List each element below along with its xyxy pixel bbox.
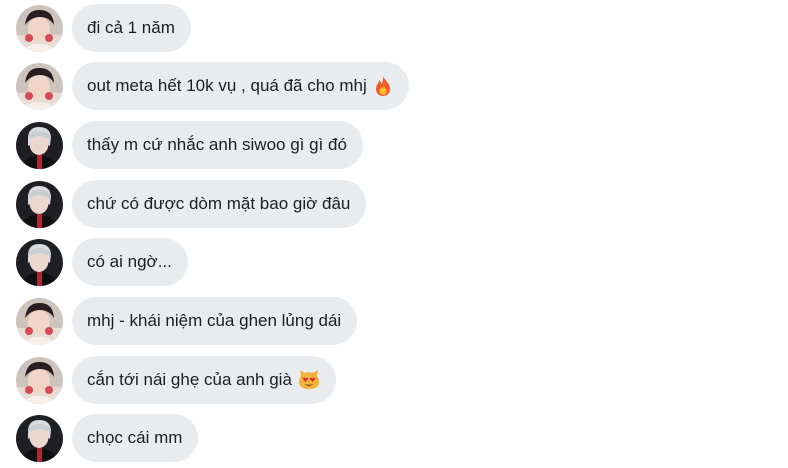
avatar[interactable] <box>16 414 63 462</box>
message-row: chứ có được dòm mặt bao giờ đâu <box>16 180 367 228</box>
message-row: out meta hết 10k vụ , quá đã cho mhj <box>16 62 409 110</box>
message-row: đi cả 1 năm <box>16 4 191 52</box>
message-row: thấy m cứ nhắc anh siwoo gì gì đó <box>16 121 363 169</box>
message-text: thấy m cứ nhắc anh siwoo gì gì đó <box>87 135 347 154</box>
message-bubble[interactable]: thấy m cứ nhắc anh siwoo gì gì đó <box>72 121 363 169</box>
message-bubble[interactable]: mhj - khái niệm của ghen lủng dái <box>72 297 358 345</box>
message-row: mhj - khái niệm của ghen lủng dái <box>16 297 358 345</box>
avatar[interactable] <box>16 121 63 169</box>
avatar[interactable] <box>16 4 63 52</box>
avatar[interactable] <box>16 238 63 286</box>
fire-icon <box>373 75 393 97</box>
avatar[interactable] <box>16 356 63 404</box>
message-bubble[interactable]: out meta hết 10k vụ , quá đã cho mhj <box>72 62 409 110</box>
message-text: mhj - khái niệm của ghen lủng dái <box>87 311 342 330</box>
message-bubble[interactable]: cắn tới nái ghẹ của anh già <box>72 356 336 404</box>
message-text: out meta hết 10k vụ , quá đã cho mhj <box>87 76 367 95</box>
message-bubble[interactable]: chứ có được dòm mặt bao giờ đâu <box>72 180 367 228</box>
message-row: cắn tới nái ghẹ của anh già <box>16 356 336 404</box>
avatar[interactable] <box>16 297 63 345</box>
message-text: chứ có được dòm mặt bao giờ đâu <box>87 194 351 213</box>
message-text: đi cả 1 năm <box>87 18 175 37</box>
message-row: có ai ngờ... <box>16 238 188 286</box>
message-bubble[interactable]: đi cả 1 năm <box>72 4 191 52</box>
avatar[interactable] <box>16 180 63 228</box>
message-text: chọc cái mm <box>87 428 183 447</box>
heart-eyes-cat-icon <box>298 369 320 391</box>
message-row: chọc cái mm <box>16 414 199 462</box>
avatar[interactable] <box>16 62 63 110</box>
message-bubble[interactable]: chọc cái mm <box>72 414 199 462</box>
chat-thread: đi cả 1 năm out meta hết 10k vụ , quá đã… <box>0 0 788 468</box>
message-bubble[interactable]: có ai ngờ... <box>72 238 188 286</box>
message-text: có ai ngờ... <box>87 252 172 271</box>
message-text: cắn tới nái ghẹ của anh già <box>87 370 292 389</box>
